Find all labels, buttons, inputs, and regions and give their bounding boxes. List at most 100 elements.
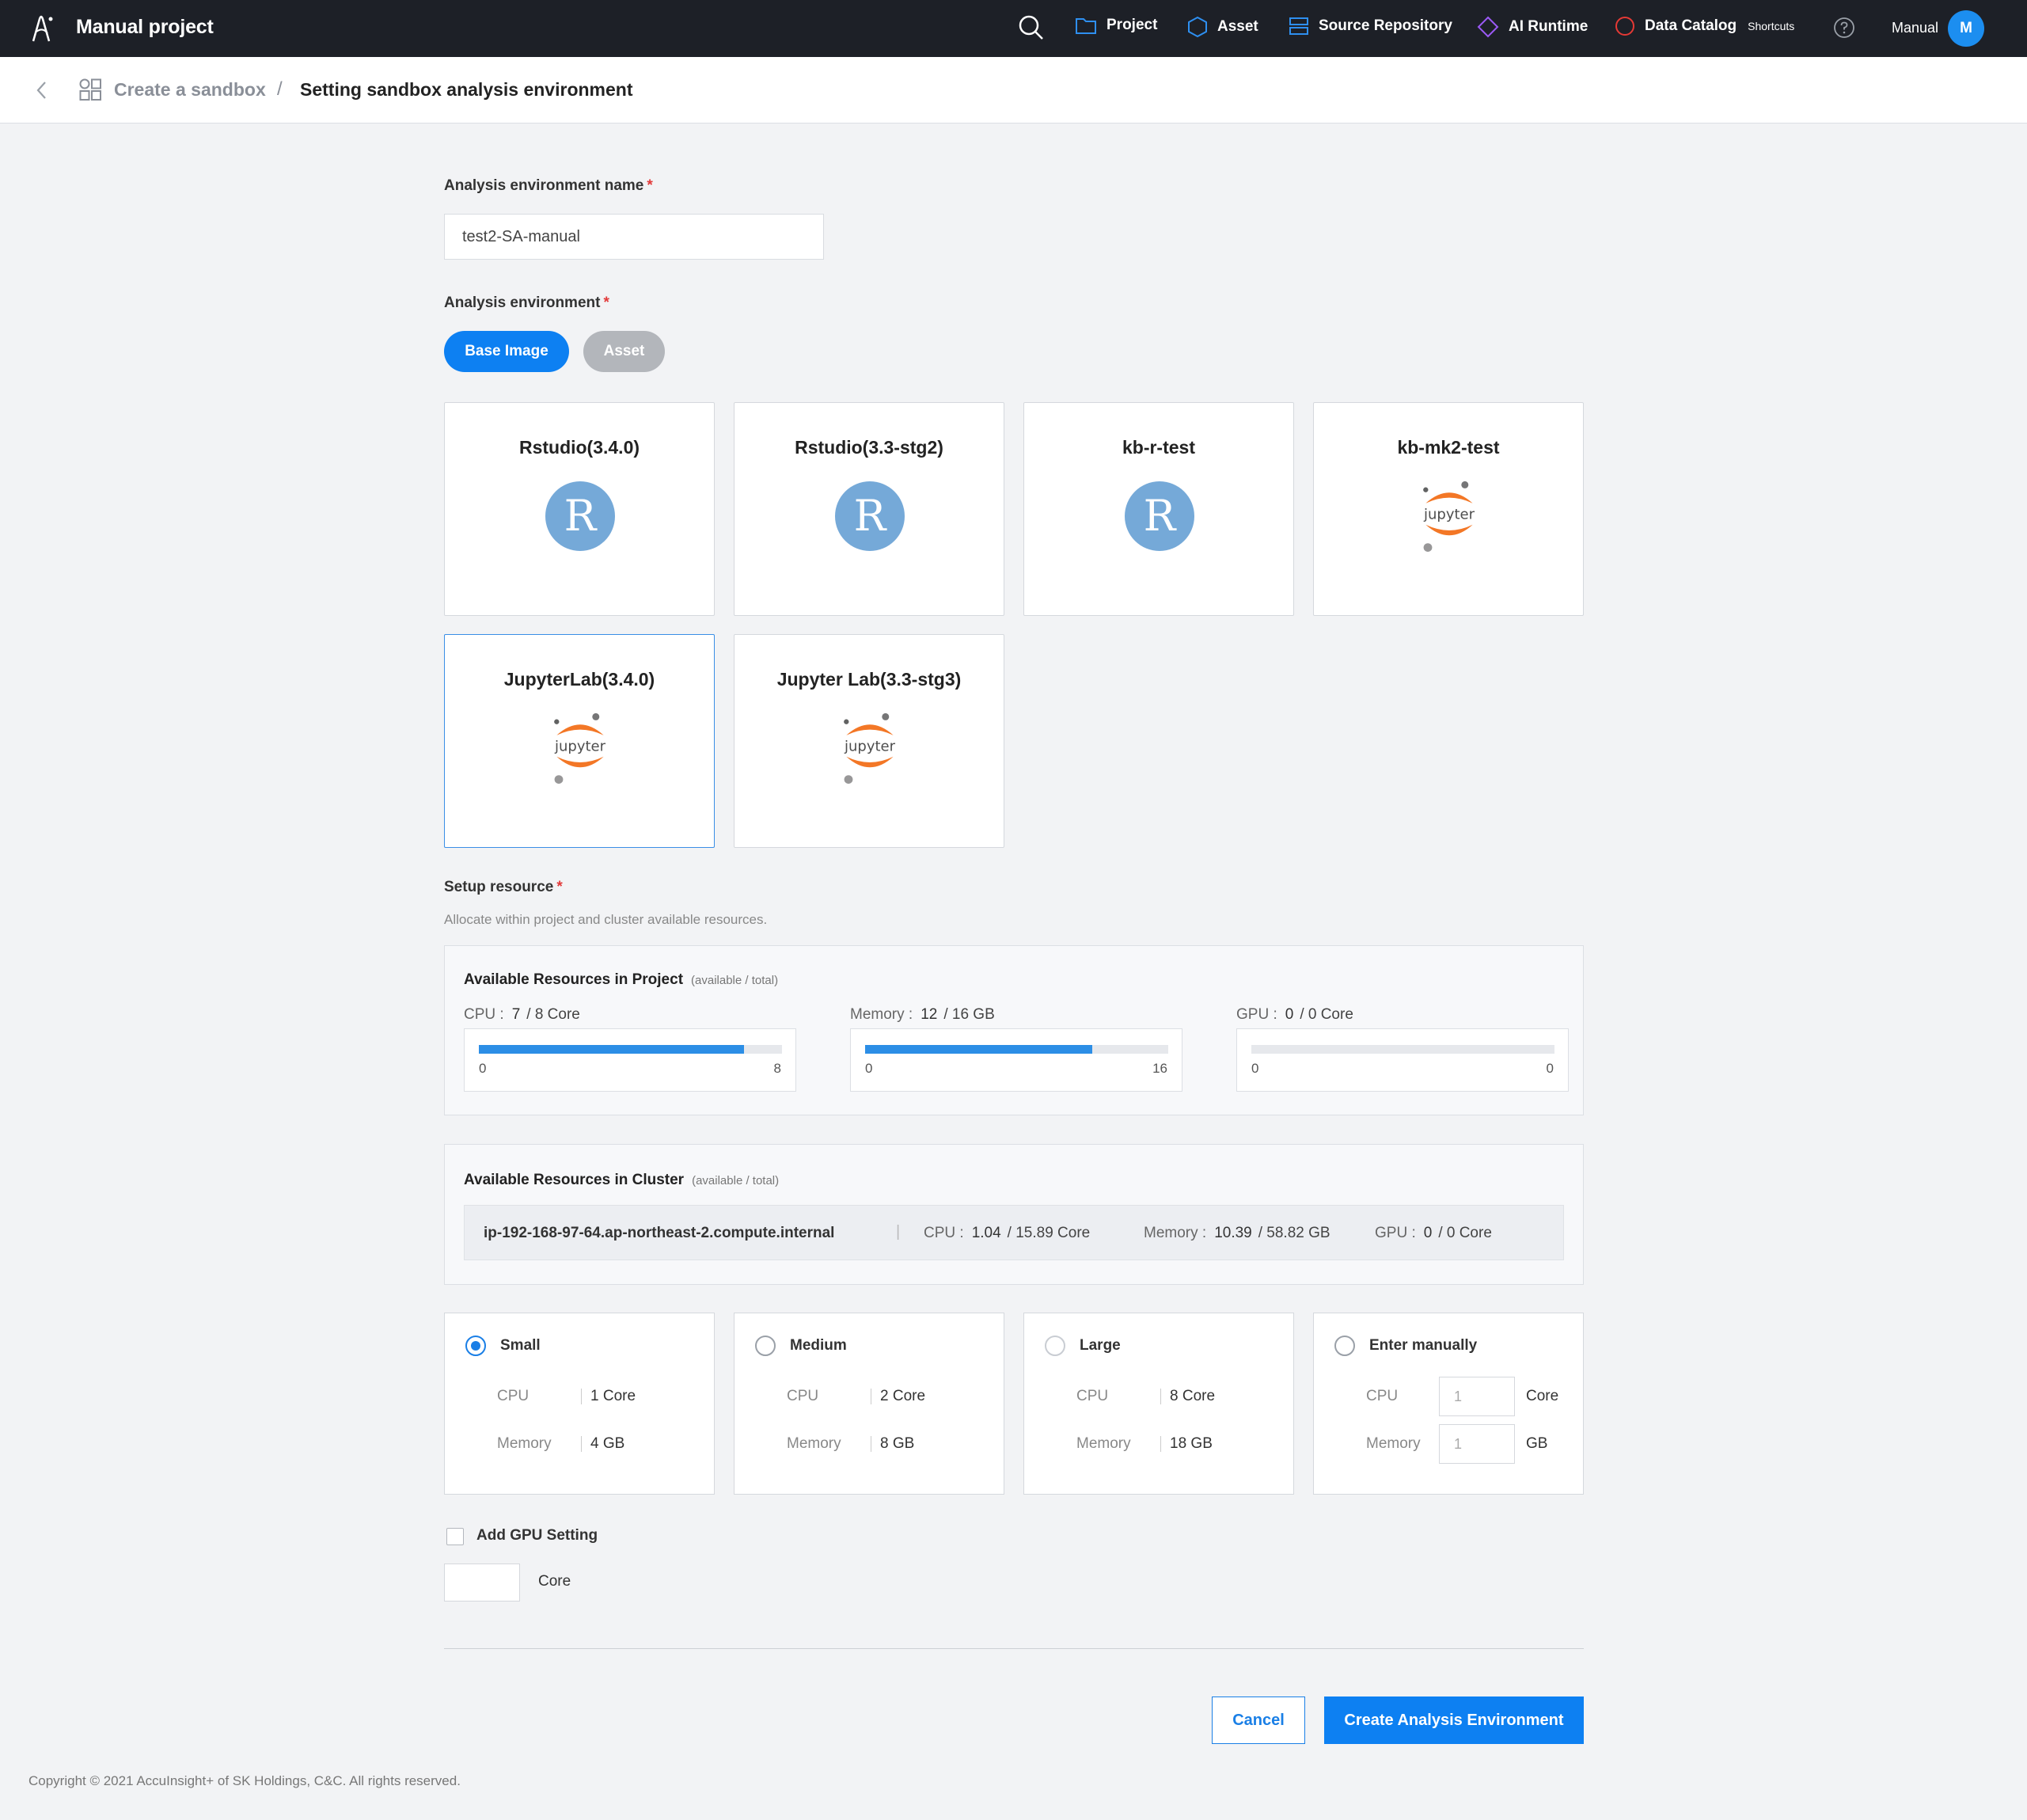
image-card-jupyter-lab-3-3-stg3[interactable]: Jupyter Lab(3.3-stg3) jupyter: [734, 634, 1004, 848]
app-logo-icon[interactable]: [27, 13, 55, 44]
spec-divider: [1160, 1389, 1161, 1404]
jupyter-logo-icon: jupyter: [844, 712, 896, 784]
env-name-input[interactable]: test2-SA-manual: [444, 214, 824, 260]
gauge-max: 8: [773, 1061, 781, 1076]
tab-base-image[interactable]: Base Image: [444, 331, 569, 372]
r-logo-icon: R: [835, 481, 905, 551]
spec-cpu-value: 2 Core: [880, 1388, 926, 1404]
manual-memory-input[interactable]: 1: [1439, 1424, 1515, 1464]
jupyter-logo-text: jupyter: [844, 739, 896, 755]
cluster-resources-title-text: Available Resources in Cluster: [464, 1172, 685, 1188]
manual-memory-unit: GB: [1526, 1435, 1548, 1452]
cluster-gpu: GPU : 0 / 0 Core: [1375, 1225, 1492, 1242]
spec-cpu-label: CPU: [1076, 1388, 1109, 1404]
size-option-medium[interactable]: Medium CPU 2 Core Memory 8 GB: [734, 1313, 1004, 1495]
breadcrumb-parent[interactable]: Create a sandbox: [114, 79, 266, 101]
gauge-track: [479, 1045, 782, 1054]
spec-cpu-label: CPU: [1366, 1388, 1399, 1404]
image-card-title: JupyterLab(3.4.0): [503, 669, 655, 690]
env-name-label-text: Analysis environment name: [444, 177, 644, 194]
diamond-icon: [1477, 16, 1499, 38]
breadcrumb-separator: /: [277, 78, 283, 100]
image-card-kb-r-test[interactable]: kb-r-test R: [1023, 402, 1294, 616]
tab-asset[interactable]: Asset: [583, 331, 665, 372]
gpu-core-unit: Core: [538, 1573, 571, 1590]
memory-label: Memory :: [850, 1006, 913, 1023]
jupyter-logo-icon: jupyter: [554, 712, 606, 784]
search-icon[interactable]: [1018, 14, 1045, 41]
radio-medium[interactable]: [755, 1336, 776, 1356]
cancel-button[interactable]: Cancel: [1212, 1697, 1305, 1744]
cpu-label: CPU :: [464, 1006, 504, 1023]
spec-divider: [1160, 1436, 1161, 1452]
env-name-label: Analysis environment name *: [444, 177, 653, 195]
app-title: Manual project: [76, 16, 214, 38]
resource-label: Setup resource *: [444, 879, 563, 896]
avatar[interactable]: M: [1948, 10, 1984, 47]
nav-source-repository-label: Source Repository: [1319, 17, 1452, 34]
gauge-track: [1251, 1045, 1554, 1054]
image-card-rstudio-3-3-stg2[interactable]: Rstudio(3.3-stg2) R: [734, 402, 1004, 616]
create-analysis-environment-button[interactable]: Create Analysis Environment: [1324, 1697, 1584, 1744]
gpu-core-input[interactable]: [444, 1564, 520, 1602]
size-option-large[interactable]: Large CPU 8 Core Memory 18 GB: [1023, 1313, 1294, 1495]
spec-cpu-value: 1 Core: [590, 1388, 636, 1404]
spec-memory-value: 4 GB: [590, 1435, 625, 1452]
cpu-label: CPU :: [924, 1225, 964, 1241]
size-option-enter-manually[interactable]: Enter manually CPU 1 Core Memory 1 GB: [1313, 1313, 1584, 1495]
help-icon[interactable]: [1833, 17, 1855, 39]
nav-source-repository[interactable]: Source Repository: [1289, 16, 1452, 36]
image-card-title: kb-r-test: [1122, 437, 1195, 458]
page-title: Setting sandbox analysis environment: [300, 79, 633, 100]
size-name: Enter manually: [1369, 1337, 1478, 1354]
env-label-text: Analysis environment: [444, 294, 601, 311]
shortcuts-link[interactable]: Shortcuts: [1748, 20, 1794, 32]
jupyter-logo-text: jupyter: [1423, 507, 1475, 523]
nav-project[interactable]: Project: [1075, 16, 1157, 35]
cluster-resources-panel: Available Resources in Cluster (available…: [444, 1144, 1584, 1285]
cpu-total: / 8 Core: [526, 1006, 580, 1023]
radio-enter-manually[interactable]: [1334, 1336, 1355, 1356]
gauge-max: 0: [1546, 1061, 1554, 1076]
folder-icon: [1076, 18, 1096, 34]
memory-label: Memory :: [1144, 1225, 1207, 1241]
gpu-total: / 0 Core: [1300, 1006, 1353, 1023]
project-resources-title: Available Resources in Project (available…: [464, 971, 778, 989]
spec-memory-label: Memory: [787, 1435, 841, 1452]
memory-available: 10.39: [1214, 1225, 1252, 1241]
copyright-footer: Copyright © 2021 AccuInsight+ of SK Hold…: [28, 1773, 461, 1788]
required-mark: *: [647, 177, 653, 194]
gpu-setting-checkbox[interactable]: [446, 1528, 464, 1545]
cluster-node-row: ip-192-168-97-64.ap-northeast-2.compute.…: [464, 1205, 1564, 1260]
r-logo-letter: R: [1144, 491, 1177, 541]
image-card-jupyterlab-3-4-0[interactable]: JupyterLab(3.4.0) jupyter: [444, 634, 715, 848]
gauge-fill: [479, 1045, 745, 1054]
spec-cpu-value: 8 Core: [1170, 1388, 1216, 1404]
gauge-track: [865, 1045, 1168, 1054]
manual-cpu-input[interactable]: 1: [1439, 1377, 1515, 1416]
available-total-note: (available / total): [692, 1174, 780, 1187]
nav-asset[interactable]: Asset: [1187, 16, 1258, 38]
radio-large[interactable]: [1045, 1336, 1065, 1356]
nav-ai-runtime-label: AI Runtime: [1509, 18, 1589, 35]
server-icon: [1289, 17, 1308, 35]
gpu-available: 0: [1423, 1225, 1433, 1241]
nav-ai-runtime[interactable]: AI Runtime: [1477, 16, 1588, 38]
resource-hint: Allocate within project and cluster avai…: [444, 912, 768, 927]
spec-memory-label: Memory: [1366, 1435, 1421, 1452]
radio-small[interactable]: [465, 1336, 486, 1356]
circle-icon: [1615, 17, 1634, 36]
image-card-kb-mk2-test[interactable]: kb-mk2-test jupyter: [1313, 402, 1584, 616]
back-arrow-icon[interactable]: [33, 79, 51, 101]
spec-cpu-label: CPU: [497, 1388, 530, 1404]
size-option-small[interactable]: Small CPU 1 Core Memory 4 GB: [444, 1313, 715, 1495]
gpu-label: GPU :: [1375, 1225, 1416, 1241]
memory-total: / 16 GB: [943, 1006, 995, 1023]
image-card-rstudio-3-4-0[interactable]: Rstudio(3.4.0) R: [444, 402, 715, 616]
spec-memory-label: Memory: [497, 1435, 552, 1452]
nav-data-catalog[interactable]: Data Catalog Shortcuts: [1615, 16, 1794, 36]
gauge-min: 0: [479, 1061, 487, 1076]
user-name[interactable]: Manual: [1892, 20, 1938, 36]
spec-memory-value: 18 GB: [1170, 1435, 1213, 1452]
cluster-host: ip-192-168-97-64.ap-northeast-2.compute.…: [484, 1225, 835, 1241]
